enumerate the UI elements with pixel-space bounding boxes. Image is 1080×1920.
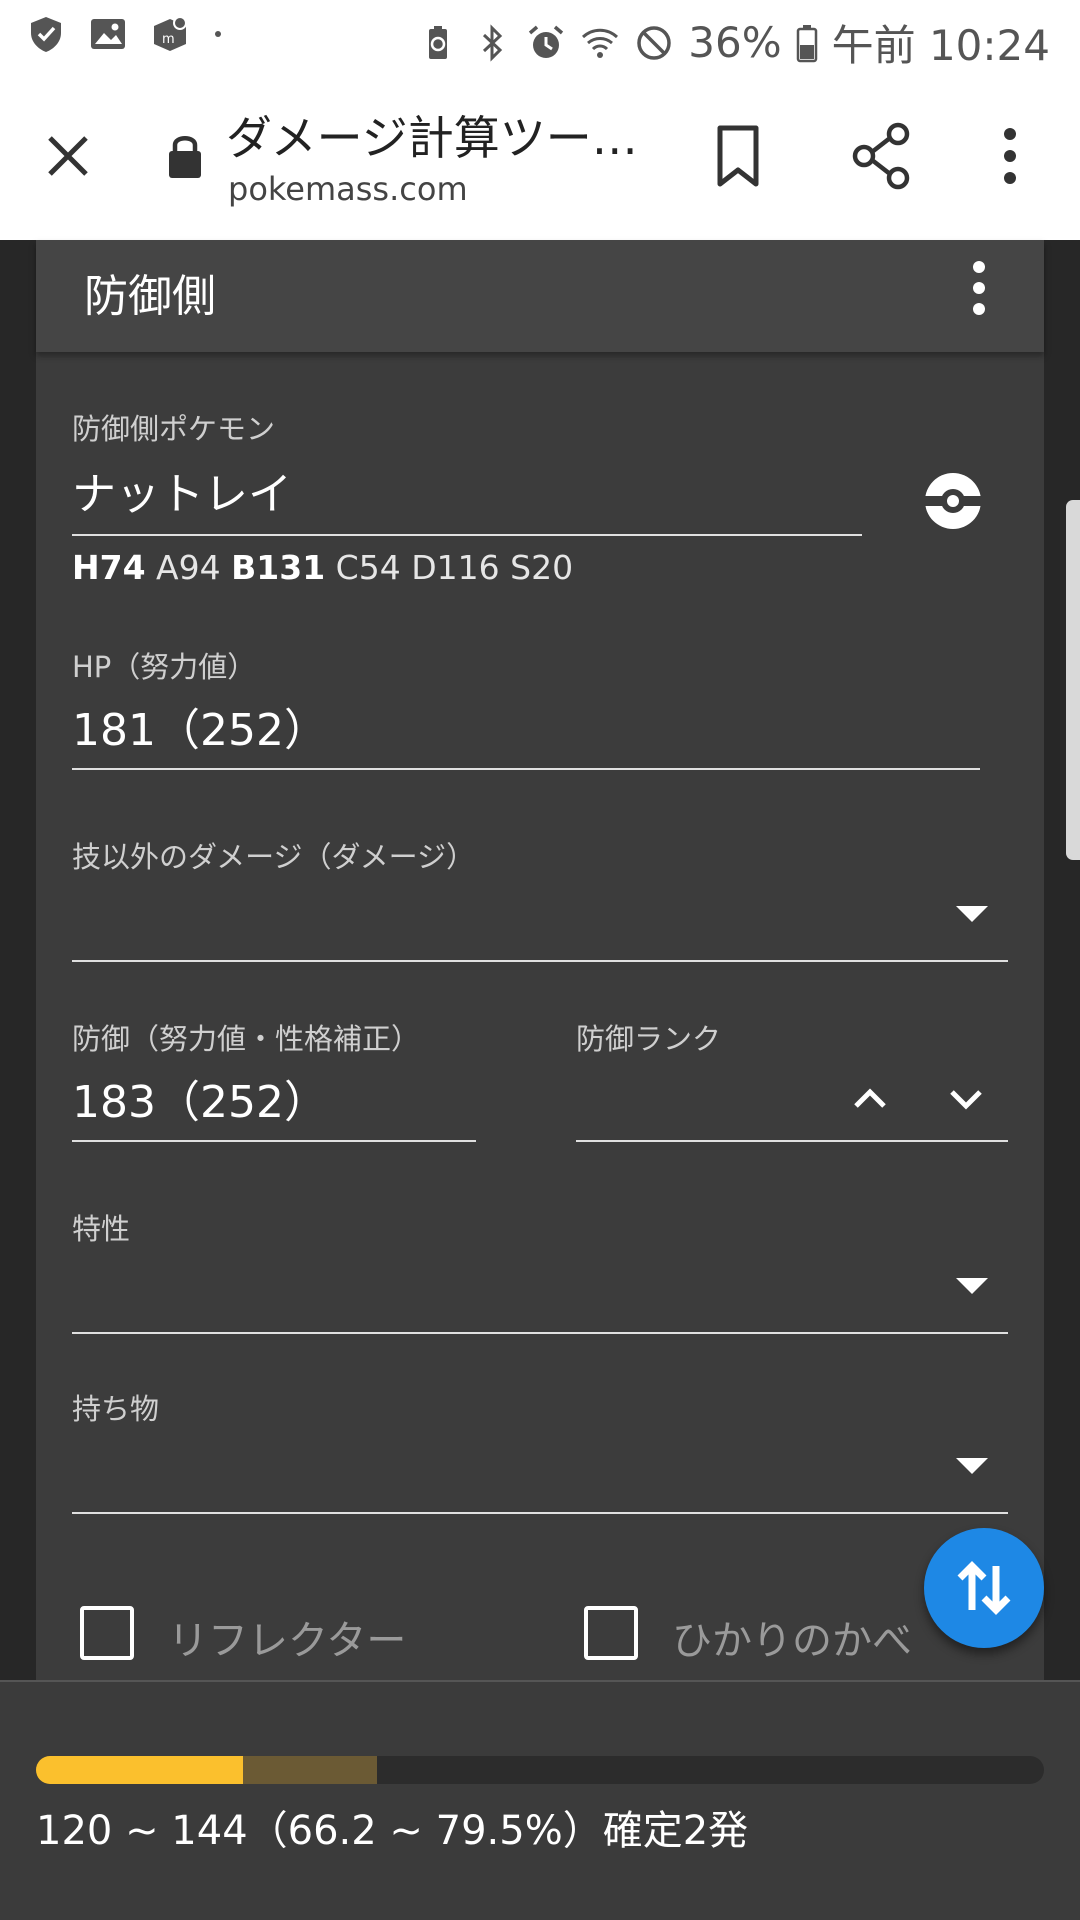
damage-result-text: 120 ~ 144（66.2 ~ 79.5%）確定2発 [36,1808,749,1854]
shield-icon [31,17,61,52]
scrollbar[interactable] [1066,500,1080,860]
defense-underline [72,1140,476,1142]
other-damage-underline [72,960,1008,962]
swap-button[interactable] [924,1528,1044,1648]
pokemon-input[interactable]: ナットレイ [72,458,292,522]
bluetooth-icon [483,23,503,62]
battery-percent: 36% [688,18,782,67]
image-icon [91,19,125,49]
ability-label: 特性 [72,1212,131,1246]
item-underline [72,1512,1008,1514]
swap-vert-icon [957,1561,1011,1615]
clock: 午前 10:24 [831,21,1050,70]
do-not-disturb-icon [637,25,671,60]
stat-c: C54 [335,548,401,587]
item-select[interactable] [72,1436,932,1492]
damage-result-panel: 120 ~ 144（66.2 ~ 79.5%）確定2発 [0,1680,1080,1920]
defense-rank-underline [576,1140,1008,1142]
card-title: 防御側 [84,271,216,322]
app-icon: m [154,16,187,51]
hp-label: HP（努力値） [72,650,257,684]
more-vert-icon[interactable] [990,124,1030,188]
wifi-icon [582,28,619,58]
item-dropdown-icon[interactable] [956,1458,988,1474]
hp-input[interactable]: 181（252） [72,694,328,758]
chevron-up-icon[interactable] [848,1076,892,1120]
stat-s: S20 [510,548,574,587]
other-damage-label: 技以外のダメージ（ダメージ） [72,840,476,874]
page-title: ダメージ計算ツー… [226,111,638,165]
damage-bar [36,1756,1044,1784]
svg-text:m: m [162,32,175,47]
other-damage-dropdown-icon[interactable] [956,906,988,922]
defense-label: 防御（努力値・性格補正） [72,1022,421,1056]
stat-h: H74 [72,548,146,587]
damage-bar-min [36,1756,243,1784]
defense-rank-label: 防御ランク [576,1022,722,1056]
other-damage-select[interactable] [72,884,932,940]
pokemon-underline [72,534,862,536]
pokeball-icon[interactable] [922,470,984,532]
defense-rank-input[interactable] [576,1066,816,1122]
reflect-checkbox[interactable] [80,1606,134,1660]
light-screen-label[interactable]: ひかりのかべ [672,1608,912,1666]
battery-icon [796,24,817,62]
reflect-label[interactable]: リフレクター [168,1608,406,1666]
status-right-icons: 36% 午前 10:24 [418,12,1050,73]
card-header: 防御側 [36,240,1044,352]
dot-icon [215,31,221,37]
lock-icon[interactable] [166,132,204,180]
close-icon[interactable] [40,128,96,184]
defense-input[interactable]: 183（252） [72,1066,328,1130]
alarm-icon [529,25,564,58]
ability-select[interactable] [72,1256,932,1312]
browser-toolbar: ダメージ計算ツー… pokemass.com [0,76,1080,240]
chevron-down-icon[interactable] [944,1076,988,1120]
bookmark-icon[interactable] [708,124,768,188]
base-stats: H74 A94 B131 C54 D116 S20 [72,548,573,587]
status-bar: m 36% 午前 10:24 [0,0,1080,76]
pokemon-label: 防御側ポケモン [72,412,276,446]
stat-d: D116 [411,548,500,587]
share-icon[interactable] [852,122,912,190]
ability-underline [72,1332,1008,1334]
page-url[interactable]: pokemass.com [228,170,468,208]
ability-dropdown-icon[interactable] [956,1278,988,1294]
card-more-icon[interactable] [966,258,992,318]
stat-a: A94 [156,548,221,587]
stat-b: B131 [231,548,326,587]
hp-underline [72,768,980,770]
battery-saver-icon [429,25,448,59]
light-screen-checkbox[interactable] [584,1606,638,1660]
status-left-icons: m [26,14,224,54]
item-label: 持ち物 [72,1392,160,1426]
